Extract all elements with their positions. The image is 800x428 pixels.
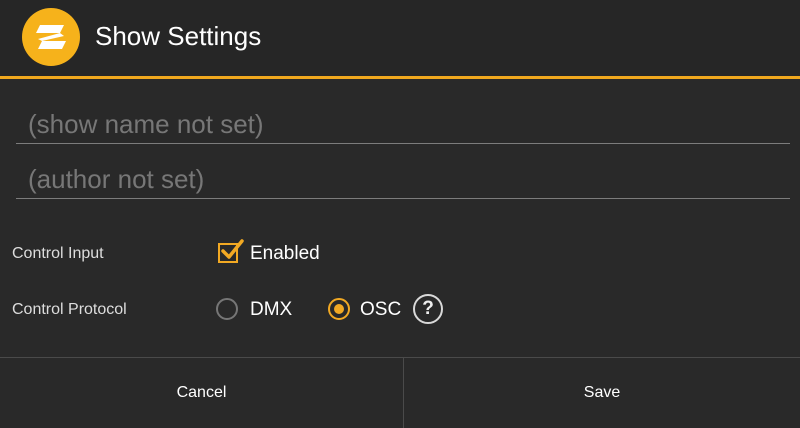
help-icon[interactable]: ? [413,294,443,324]
app-logo-icon [22,8,80,66]
control-input-checkbox[interactable] [218,239,244,263]
osc-radio[interactable] [328,298,350,320]
dialog-header: Show Settings [0,0,800,76]
dialog-title: Show Settings [95,21,262,51]
author-field[interactable]: (author not set) [16,159,790,199]
show-settings-dialog: Show Settings (show name not set) (autho… [0,0,800,428]
dmx-radio-label[interactable]: DMX [250,299,292,321]
cancel-button[interactable]: Cancel [0,358,403,428]
enabled-label[interactable]: Enabled [250,243,320,265]
control-protocol-label: Control Protocol [12,301,127,318]
control-input-label: Control Input [12,245,104,262]
save-button[interactable]: Save [404,358,800,428]
dmx-radio[interactable] [216,298,238,320]
header-accent-divider [0,76,800,79]
show-name-field[interactable]: (show name not set) [16,104,790,144]
osc-radio-label[interactable]: OSC [360,299,401,321]
radio-selected-dot [334,304,344,314]
checkmark-icon [221,239,244,259]
